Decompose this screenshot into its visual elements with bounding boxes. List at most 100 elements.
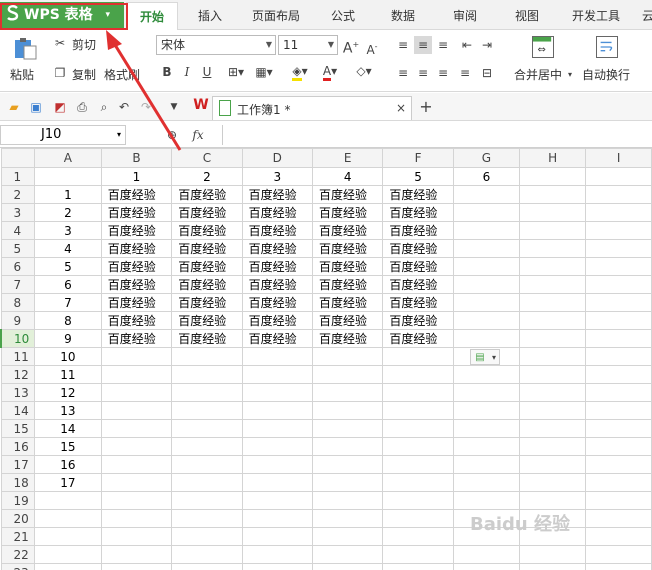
cell[interactable]: 百度经验 <box>241 203 314 222</box>
cell[interactable]: 百度经验 <box>100 311 173 330</box>
cell[interactable] <box>452 419 521 438</box>
cell[interactable] <box>100 527 173 546</box>
cell[interactable] <box>452 185 521 204</box>
cell[interactable] <box>452 383 521 402</box>
cell[interactable]: 百度经验 <box>311 257 384 276</box>
row-header[interactable]: 2 <box>0 185 35 204</box>
cell[interactable] <box>34 563 102 570</box>
cell[interactable]: 百度经验 <box>311 221 384 240</box>
cell[interactable]: 百度经验 <box>382 311 454 330</box>
cell[interactable]: 百度经验 <box>171 239 243 258</box>
cell[interactable]: 百度经验 <box>171 275 243 294</box>
cell[interactable] <box>585 545 652 564</box>
cell[interactable] <box>519 221 587 240</box>
cell[interactable] <box>241 473 314 492</box>
cell[interactable] <box>171 509 243 528</box>
cell[interactable] <box>585 401 652 420</box>
cell[interactable]: 3 <box>241 167 314 186</box>
cell[interactable]: 百度经验 <box>100 239 173 258</box>
cell[interactable]: 百度经验 <box>100 329 173 348</box>
cell[interactable]: 14 <box>34 419 102 438</box>
cell[interactable]: 百度经验 <box>241 293 314 312</box>
cell[interactable] <box>585 275 652 294</box>
cell[interactable]: 百度经验 <box>100 257 173 276</box>
cell[interactable] <box>519 167 587 186</box>
cell[interactable] <box>34 545 102 564</box>
row-header[interactable]: 14 <box>0 401 35 420</box>
cell[interactable] <box>171 419 243 438</box>
cell[interactable] <box>100 473 173 492</box>
cell[interactable]: 百度经验 <box>100 185 173 204</box>
row-header[interactable]: 4 <box>0 221 35 240</box>
cell[interactable] <box>452 221 521 240</box>
cell[interactable] <box>241 347 314 366</box>
cell[interactable] <box>585 509 652 528</box>
cell[interactable] <box>34 509 102 528</box>
cell[interactable] <box>519 239 587 258</box>
cell[interactable] <box>585 311 652 330</box>
cell[interactable] <box>519 185 587 204</box>
cell[interactable] <box>311 473 384 492</box>
cell[interactable] <box>171 527 243 546</box>
cell[interactable] <box>452 401 521 420</box>
cell[interactable]: 百度经验 <box>171 293 243 312</box>
cell[interactable] <box>585 347 652 366</box>
cell[interactable]: 百度经验 <box>241 221 314 240</box>
cell[interactable] <box>519 455 587 474</box>
cell[interactable]: 百度经验 <box>241 311 314 330</box>
cell[interactable]: 12 <box>34 383 102 402</box>
cell[interactable]: 7 <box>34 293 102 312</box>
cell[interactable]: 15 <box>34 437 102 456</box>
cell[interactable] <box>519 275 587 294</box>
cell[interactable] <box>171 473 243 492</box>
row-header[interactable]: 3 <box>0 203 35 222</box>
cell[interactable] <box>519 293 587 312</box>
cell[interactable] <box>311 365 384 384</box>
cell[interactable]: 百度经验 <box>311 239 384 258</box>
cell[interactable] <box>311 437 384 456</box>
cell[interactable] <box>311 383 384 402</box>
row-header[interactable]: 21 <box>0 527 35 546</box>
cell[interactable]: 百度经验 <box>311 329 384 348</box>
cell[interactable] <box>452 311 521 330</box>
cell[interactable] <box>519 437 587 456</box>
row-header[interactable]: 22 <box>0 545 35 564</box>
row-header[interactable]: 9 <box>0 311 35 330</box>
cell[interactable] <box>452 203 521 222</box>
cell[interactable]: 百度经验 <box>311 275 384 294</box>
cell[interactable] <box>382 383 454 402</box>
cell[interactable] <box>311 455 384 474</box>
cell[interactable] <box>519 401 587 420</box>
row-header[interactable]: 10 <box>0 329 35 348</box>
cell[interactable] <box>452 257 521 276</box>
cell[interactable] <box>171 455 243 474</box>
cell[interactable]: 百度经验 <box>100 203 173 222</box>
cell[interactable]: 百度经验 <box>171 203 243 222</box>
row-header[interactable]: 11 <box>0 347 35 366</box>
cell[interactable] <box>519 473 587 492</box>
cell[interactable]: 百度经验 <box>382 293 454 312</box>
cell[interactable]: 百度经验 <box>241 185 314 204</box>
row-header[interactable]: 20 <box>0 509 35 528</box>
cell[interactable]: 百度经验 <box>311 293 384 312</box>
cell[interactable] <box>585 203 652 222</box>
cell[interactable] <box>34 527 102 546</box>
cell[interactable]: 5 <box>382 167 454 186</box>
cell[interactable] <box>452 329 521 348</box>
cell[interactable]: 1 <box>100 167 173 186</box>
cell[interactable] <box>241 527 314 546</box>
cell[interactable] <box>100 383 173 402</box>
cell[interactable]: 9 <box>34 329 102 348</box>
cell[interactable] <box>452 437 521 456</box>
cell[interactable]: 2 <box>34 203 102 222</box>
cell[interactable]: 8 <box>34 311 102 330</box>
cell[interactable] <box>585 329 652 348</box>
row-header[interactable]: 6 <box>0 257 35 276</box>
cell[interactable] <box>100 365 173 384</box>
cell[interactable] <box>519 383 587 402</box>
cell[interactable]: 4 <box>34 239 102 258</box>
cell[interactable] <box>519 347 587 366</box>
cell[interactable] <box>100 401 173 420</box>
cell[interactable] <box>519 257 587 276</box>
cell[interactable]: 13 <box>34 401 102 420</box>
